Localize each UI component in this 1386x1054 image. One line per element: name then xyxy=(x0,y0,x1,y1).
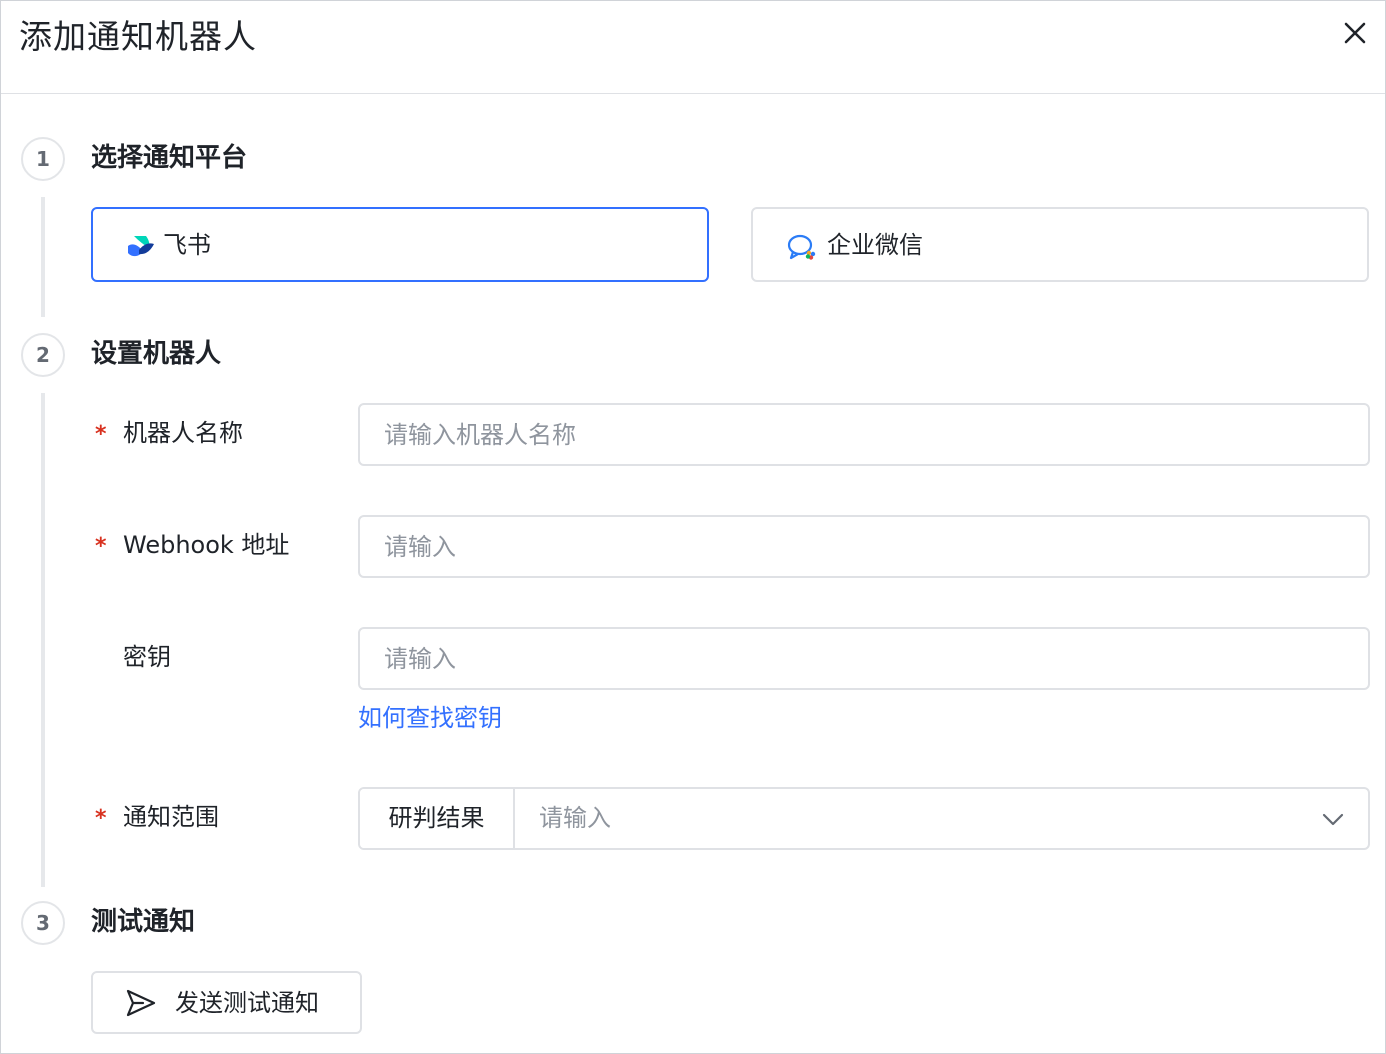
webhook-label: Webhook 地址 xyxy=(123,531,290,559)
dialog-header: 添加通知机器人 xyxy=(1,1,1385,94)
step-1-title: 选择通知平台 xyxy=(91,143,248,173)
webhook-input[interactable] xyxy=(358,515,1370,578)
dialog-title: 添加通知机器人 xyxy=(19,17,257,56)
scope-select[interactable]: 请输入 xyxy=(515,789,1368,848)
scope-addon: 研判结果 xyxy=(360,789,515,848)
scope-placeholder: 请输入 xyxy=(539,804,611,832)
chevron-down-icon xyxy=(1321,809,1345,829)
platform-label-wecom: 企业微信 xyxy=(827,231,923,259)
send-test-label: 发送测试通知 xyxy=(175,989,319,1017)
step-2-title: 设置机器人 xyxy=(91,339,222,369)
secret-label: 密钥 xyxy=(123,643,171,671)
step-1-indicator: 1 xyxy=(21,137,65,181)
step-3-indicator: 3 xyxy=(21,901,65,945)
step-2-indicator: 2 xyxy=(21,333,65,377)
robot-name-label: 机器人名称 xyxy=(123,419,243,447)
send-test-notification-button[interactable]: 发送测试通知 xyxy=(91,971,362,1034)
step-connector-1 xyxy=(41,197,45,317)
step-connector-2 xyxy=(41,393,45,887)
find-secret-link[interactable]: 如何查找密钥 xyxy=(358,701,502,735)
add-robot-dialog: 添加通知机器人 1 选择通知平台 飞书 企业微信 2 设置机器人 * 机器人名称… xyxy=(0,0,1386,1054)
step-3-title: 测试通知 xyxy=(91,907,196,937)
required-mark: * xyxy=(95,534,107,559)
platform-option-wecom[interactable]: 企业微信 xyxy=(751,207,1369,282)
secret-input[interactable] xyxy=(358,627,1370,690)
platform-option-feishu[interactable]: 飞书 xyxy=(91,207,709,282)
feishu-icon xyxy=(125,233,155,261)
robot-name-input[interactable] xyxy=(358,403,1370,466)
scope-field: 研判结果 请输入 xyxy=(358,787,1370,850)
required-mark: * xyxy=(95,806,107,831)
wecom-icon xyxy=(787,233,817,261)
required-mark: * xyxy=(95,422,107,447)
platform-label-feishu: 飞书 xyxy=(163,231,211,259)
close-icon[interactable] xyxy=(1339,17,1371,49)
scope-label: 通知范围 xyxy=(123,803,219,831)
send-icon xyxy=(125,988,157,1018)
